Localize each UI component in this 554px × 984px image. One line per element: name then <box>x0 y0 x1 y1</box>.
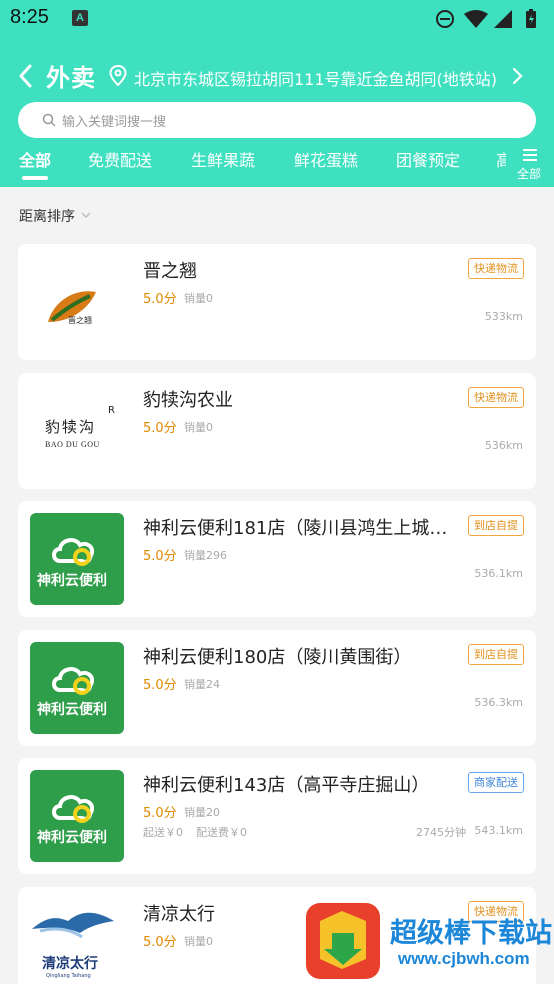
watermark-logo <box>306 903 380 979</box>
delivery-badge: 快递物流 <box>468 387 524 408</box>
watermark-title: 超级棒下载站 <box>390 918 552 949</box>
all-categories-button[interactable]: 全部 <box>513 147 547 187</box>
page-title: 外卖 <box>46 64 96 92</box>
search-placeholder: 输入关键词搜一搜 <box>62 115 167 130</box>
store-sales: 销量0 <box>184 292 213 305</box>
store-logo-text: 神利云便利 <box>37 702 107 718</box>
store-logo: 神利云便利 <box>30 770 124 862</box>
store-name: 神利云便利181店（陵川县鸿生上城… <box>143 518 448 539</box>
sort-dropdown[interactable]: 距离排序 <box>19 206 91 226</box>
delivery-time: 2745分钟 <box>416 826 466 839</box>
cloud-logo-icon <box>52 795 95 823</box>
store-sales: 销量0 <box>184 935 213 948</box>
back-arrow-icon[interactable] <box>14 62 38 90</box>
store-distance: 536km <box>484 439 523 452</box>
watermark: 超级棒下载站 www.cjbwh.com <box>306 903 554 984</box>
delivery-badge: 到店自提 <box>468 515 524 536</box>
store-rating: 5.0分 <box>143 935 177 950</box>
delivery-address[interactable]: 北京市东城区锡拉胡同111号靠近金鱼胡同(地铁站) <box>134 66 506 90</box>
tab-flowers-cakes[interactable]: 鲜花蛋糕 <box>294 147 358 171</box>
cloud-logo-icon <box>52 667 95 695</box>
store-logo: 清凉太行 Qingliang Taihang <box>30 899 124 984</box>
store-logo: 神利云便利 <box>30 642 124 734</box>
delivery-badge: 商家配送 <box>468 772 524 793</box>
store-sales: 销量0 <box>184 421 213 434</box>
store-rating: 5.0分 <box>143 678 177 693</box>
store-logo-subtitle: BAO DU GOU <box>45 440 100 449</box>
location-pin-icon <box>109 65 127 87</box>
store-distance: 536.1km <box>474 567 523 580</box>
store-name: 神利云便利180店（陵川黄围街） <box>143 647 412 668</box>
chevron-right-icon[interactable] <box>510 67 524 85</box>
battery-icon <box>526 9 536 28</box>
store-rating: 5.0分 <box>143 806 177 821</box>
wifi-icon <box>464 10 488 28</box>
tab-all[interactable]: 全部 <box>19 147 51 171</box>
store-sales: 销量24 <box>184 678 220 691</box>
store-logo-text: 豹犊沟 <box>45 418 97 436</box>
store-name: 豹犊沟农业 <box>143 390 233 411</box>
sort-label: 距离排序 <box>19 209 75 225</box>
menu-icon <box>523 149 537 161</box>
store-logo-subtitle: Qingliang Taihang <box>46 973 91 979</box>
store-rating: 5.0分 <box>143 549 177 564</box>
store-sales: 销量296 <box>184 549 227 562</box>
tab-fresh-produce[interactable]: 生鲜果蔬 <box>191 147 255 171</box>
status-time: 8:25 <box>10 6 49 28</box>
watermark-url: www.cjbwh.com <box>398 949 530 968</box>
store-card[interactable]: 神利云便利 神利云便利143店（高平寺庄掘山） 5.0分 销量20 商家配送 起… <box>18 758 536 874</box>
status-icons <box>436 9 536 28</box>
signal-icon <box>494 10 512 28</box>
store-distance: 543.1km <box>474 824 523 837</box>
notification-icon: A <box>72 10 88 26</box>
store-name: 晋之翘 <box>143 261 197 282</box>
all-categories-label: 全部 <box>517 167 542 181</box>
min-order: 起送￥0 <box>143 826 183 839</box>
header-bar: 8:25 A 外卖 北京市东城区锡拉胡同111号靠近金鱼胡同(地铁站) 输入关键… <box>0 0 554 187</box>
dnd-icon <box>436 10 454 28</box>
store-rating: 5.0分 <box>143 421 177 436</box>
leaf-logo-icon <box>48 291 96 322</box>
store-rating: 5.0分 <box>143 292 177 307</box>
store-logo: 晋之翘 <box>30 256 124 348</box>
store-distance: 536.3km <box>474 696 523 709</box>
caret-down-icon <box>81 212 91 218</box>
tab-group-meals[interactable]: 团餐预定 <box>396 147 460 171</box>
store-logo-text: 神利云便利 <box>37 830 107 846</box>
store-sales: 销量20 <box>184 806 220 819</box>
tab-overflow[interactable]: 高 <box>496 151 506 173</box>
store-logo-text: 神利云便利 <box>37 573 107 589</box>
store-logo: 神利云便利 <box>30 513 124 605</box>
store-distance: 533km <box>484 310 523 323</box>
store-name: 神利云便利143店（高平寺庄掘山） <box>143 775 430 796</box>
store-logo-text: 清凉太行 <box>42 956 98 972</box>
tab-next-partial[interactable]: 高 <box>496 151 506 171</box>
store-card[interactable]: 神利云便利 神利云便利181店（陵川县鸿生上城… 5.0分 销量296 到店自提… <box>18 501 536 617</box>
store-logo: 豹犊沟 R BAO DU GOU <box>30 385 124 477</box>
registered-mark: R <box>108 405 115 416</box>
title-bar: 外卖 北京市东城区锡拉胡同111号靠近金鱼胡同(地铁站) <box>0 56 554 96</box>
search-icon <box>42 113 56 127</box>
store-card[interactable]: 豹犊沟 R BAO DU GOU 豹犊沟农业 5.0分 销量0 快递物流 536… <box>18 373 536 489</box>
store-card[interactable]: 神利云便利 神利云便利180店（陵川黄围街） 5.0分 销量24 到店自提 53… <box>18 630 536 746</box>
active-tab-indicator <box>22 176 48 180</box>
store-logo-text: 晋之翘 <box>68 316 92 325</box>
cloud-logo-icon <box>52 538 95 566</box>
status-bar: 8:25 A <box>0 0 554 40</box>
delivery-badge: 快递物流 <box>468 258 524 279</box>
category-tabs: 全部 免费配送 生鲜果蔬 鲜花蛋糕 团餐预定 高 全部 <box>0 147 554 187</box>
download-arrow-icon <box>320 911 366 969</box>
delivery-fee: 配送费￥0 <box>196 826 247 839</box>
delivery-badge: 到店自提 <box>468 644 524 665</box>
store-card[interactable]: 晋之翘 晋之翘 5.0分 销量0 快递物流 533km <box>18 244 536 360</box>
tab-free-delivery[interactable]: 免费配送 <box>88 147 152 171</box>
search-input[interactable]: 输入关键词搜一搜 <box>18 102 536 138</box>
